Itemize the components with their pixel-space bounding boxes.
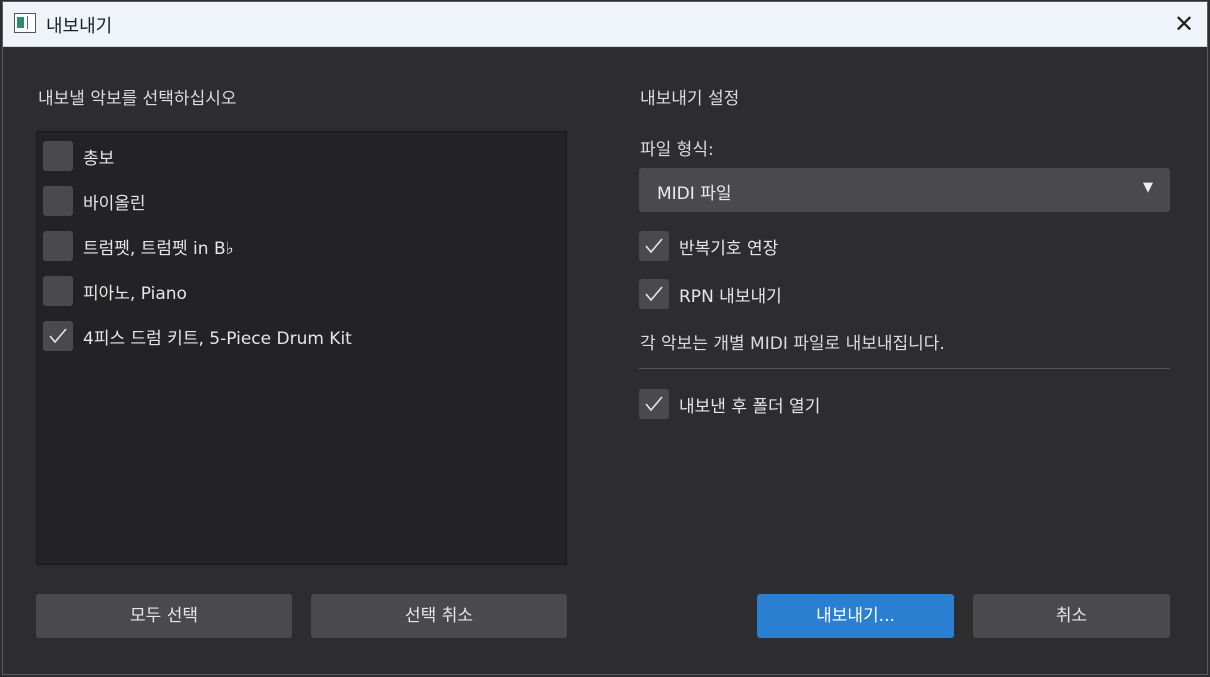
window-title: 내보내기 — [46, 16, 113, 37]
list-item[interactable]: 총보 — [43, 139, 114, 173]
list-item[interactable]: 트럼펫, 트럼펫 in B♭ — [43, 229, 234, 263]
checkmark-icon — [645, 286, 663, 302]
list-item[interactable]: 피아노, Piano — [43, 274, 187, 308]
list-item[interactable]: 바이올린 — [43, 184, 146, 218]
file-format-label: 파일 형식: — [640, 140, 714, 160]
score-checkbox[interactable] — [43, 276, 73, 306]
export-button[interactable]: 내보내기... — [757, 594, 954, 638]
select-all-button[interactable]: 모두 선택 — [36, 594, 292, 638]
title-bar: 내보내기 ✕ — [3, 2, 1207, 47]
expand-repeats-label: 반복기호 연장 — [679, 238, 779, 259]
score-label: 4피스 드럼 키트, 5-Piece Drum Kit — [83, 328, 352, 349]
export-rpn-checkbox[interactable] — [639, 279, 669, 309]
checkmark-icon — [49, 328, 67, 344]
cancel-button[interactable]: 취소 — [973, 594, 1170, 638]
score-label: 피아노, Piano — [83, 283, 187, 304]
score-select-heading: 내보낼 악보를 선택하십시오 — [38, 89, 237, 109]
close-button[interactable]: ✕ — [1167, 8, 1201, 40]
open-folder-label: 내보낸 후 폴더 열기 — [679, 396, 821, 417]
score-checkbox[interactable] — [43, 321, 73, 351]
score-label: 총보 — [83, 148, 115, 169]
file-format-value: MIDI 파일 — [657, 184, 732, 204]
score-list[interactable]: 총보 바이올린 트럼펫, 트럼펫 in B♭ 피아노, Piano 4피스 드럼… — [36, 131, 567, 565]
score-label: 트럼펫, 트럼펫 in B♭ — [83, 238, 234, 259]
score-checkbox[interactable] — [43, 231, 73, 261]
open-folder-checkbox[interactable] — [639, 389, 669, 419]
close-icon: ✕ — [1173, 10, 1195, 38]
export-rpn-option[interactable]: RPN 내보내기 — [639, 277, 782, 311]
file-format-select[interactable]: MIDI 파일 ▼ — [639, 168, 1170, 212]
open-folder-option[interactable]: 내보낸 후 폴더 열기 — [639, 387, 820, 421]
deselect-button[interactable]: 선택 취소 — [311, 594, 567, 638]
dropdown-arrow-icon: ▼ — [1143, 180, 1153, 195]
export-settings-heading: 내보내기 설정 — [640, 89, 740, 109]
app-icon — [14, 13, 36, 33]
checkmark-icon — [645, 396, 663, 412]
expand-repeats-checkbox[interactable] — [639, 231, 669, 261]
score-label: 바이올린 — [83, 193, 146, 214]
score-checkbox[interactable] — [43, 141, 73, 171]
expand-repeats-option[interactable]: 반복기호 연장 — [639, 229, 778, 263]
export-info-text: 각 악보는 개별 MIDI 파일로 내보내집니다. — [640, 334, 945, 354]
score-checkbox[interactable] — [43, 186, 73, 216]
checkmark-icon — [645, 238, 663, 254]
list-item[interactable]: 4피스 드럼 키트, 5-Piece Drum Kit — [43, 319, 352, 353]
export-rpn-label: RPN 내보내기 — [679, 286, 782, 307]
divider — [639, 368, 1170, 369]
